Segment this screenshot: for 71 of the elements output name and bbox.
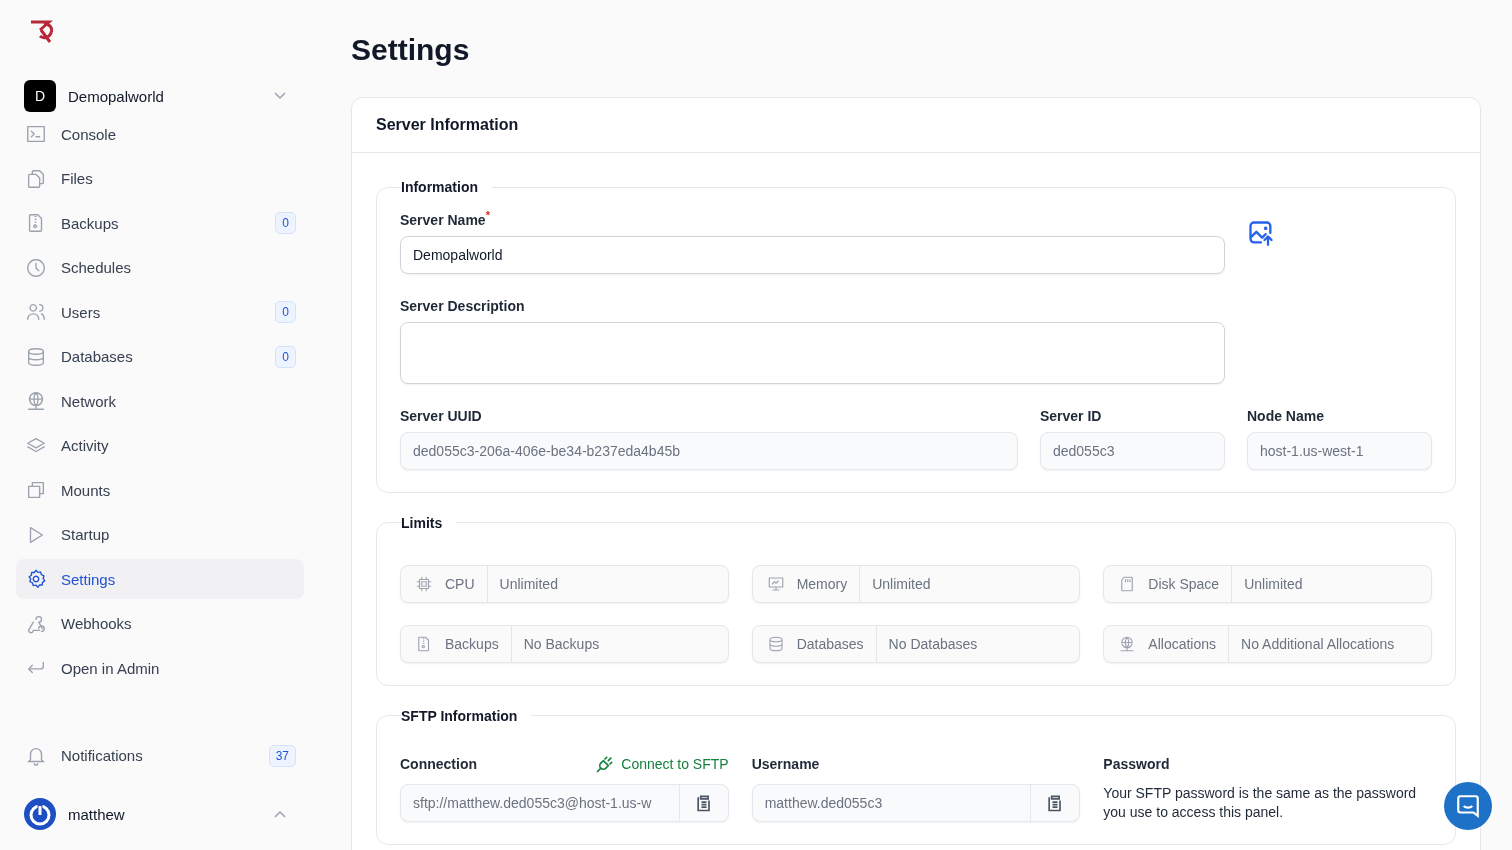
nav-item[interactable]: Backups 0 (16, 203, 304, 243)
nav-item[interactable]: Startup (16, 514, 304, 555)
server-name: Demopalworld (68, 87, 165, 105)
globe-icon (1118, 634, 1137, 653)
settings-icon (25, 568, 47, 590)
limit-label: Disk Space (1148, 575, 1220, 592)
users-icon (25, 301, 47, 323)
user-avatar (24, 798, 56, 830)
uuid-field[interactable]: ded055c3-206a-406e-be34-b237eda4b45b (400, 431, 1018, 470)
nav-item[interactable]: Open in Admin (16, 648, 304, 688)
user-name: matthew (68, 805, 126, 823)
server-avatar: D (24, 80, 56, 112)
server-id-field[interactable]: ded055c3 (1039, 431, 1225, 470)
field-label: Server Name$^{*}$ (400, 209, 491, 228)
plug-icon (595, 753, 616, 774)
limit-value: No Backups (522, 634, 601, 654)
field-label: Server UUID (400, 407, 483, 424)
field-label: Password (1103, 755, 1170, 772)
section-legend: SFTP Information (401, 707, 532, 724)
nav-item[interactable]: Activity (16, 425, 304, 466)
server-name-field[interactable]: Demopalworld (400, 235, 1225, 274)
limit-value: Unlimited (498, 574, 559, 594)
node-name-field[interactable]: host-1.us-west-1 (1246, 431, 1432, 470)
limit-value: Unlimited (871, 574, 932, 594)
notifications-item[interactable]: Notifications 37 (16, 735, 304, 776)
connect-link[interactable]: Connect to SFTP (595, 753, 729, 774)
card-title: Server Information (376, 116, 519, 133)
monitor-icon (766, 574, 785, 593)
globe-icon (25, 390, 47, 412)
nav-item[interactable]: Settings (16, 559, 304, 599)
nav-item[interactable]: Webhooks (16, 603, 304, 644)
page-title: Settings (351, 33, 471, 67)
field-label: Server Description (400, 297, 526, 314)
limit-value: No Databases (887, 634, 979, 654)
limit-label: Databases (796, 635, 864, 652)
copy-icon (25, 479, 47, 501)
count-badge: 0 (275, 212, 296, 234)
field-label: Server ID (1039, 407, 1103, 424)
count-badge: 0 (275, 301, 296, 323)
nav-item[interactable]: Databases 0 (16, 336, 304, 377)
image-upload-icon[interactable] (1246, 219, 1275, 247)
limit-label: Memory (796, 575, 848, 592)
database-icon (766, 634, 785, 653)
field-label: Connection (400, 755, 477, 772)
nav-item[interactable]: Users 0 (16, 292, 304, 332)
limit-value: Unlimited (1243, 574, 1304, 594)
section-legend: Limits (401, 514, 457, 531)
terminal-icon (25, 123, 47, 145)
nav-item[interactable]: Network (16, 381, 304, 421)
connection-field[interactable]: sftp://matthew.ded055c3@host-1.us-w (400, 783, 729, 822)
nav-item[interactable]: Console (16, 114, 304, 154)
limit-label: Allocations (1148, 635, 1217, 652)
description-field[interactable] (400, 321, 1225, 384)
files-icon (25, 167, 47, 190)
database-icon (25, 345, 47, 368)
nav-item[interactable]: Mounts (16, 470, 304, 510)
username-field[interactable]: matthew.ded055c3 (751, 783, 1081, 822)
section-legend: Information (401, 179, 492, 195)
limit-label: Backups (445, 635, 499, 652)
nav-item[interactable]: Schedules (16, 247, 304, 288)
limit-value: No Additional Allocations (1240, 634, 1396, 654)
count-badge: 37 (268, 744, 296, 767)
chip-icon (415, 574, 433, 593)
clock-icon (25, 256, 47, 279)
chat-icon (1455, 793, 1481, 819)
password-note: Your SFTP password is the same as the password you use to access this panel. (1103, 783, 1418, 822)
count-badge: 0 (275, 345, 296, 368)
field-label: Node Name (1246, 407, 1325, 424)
field-label: Username (751, 755, 820, 772)
nav-item[interactable]: Files (16, 158, 304, 199)
limit-label: CPU (445, 575, 475, 592)
